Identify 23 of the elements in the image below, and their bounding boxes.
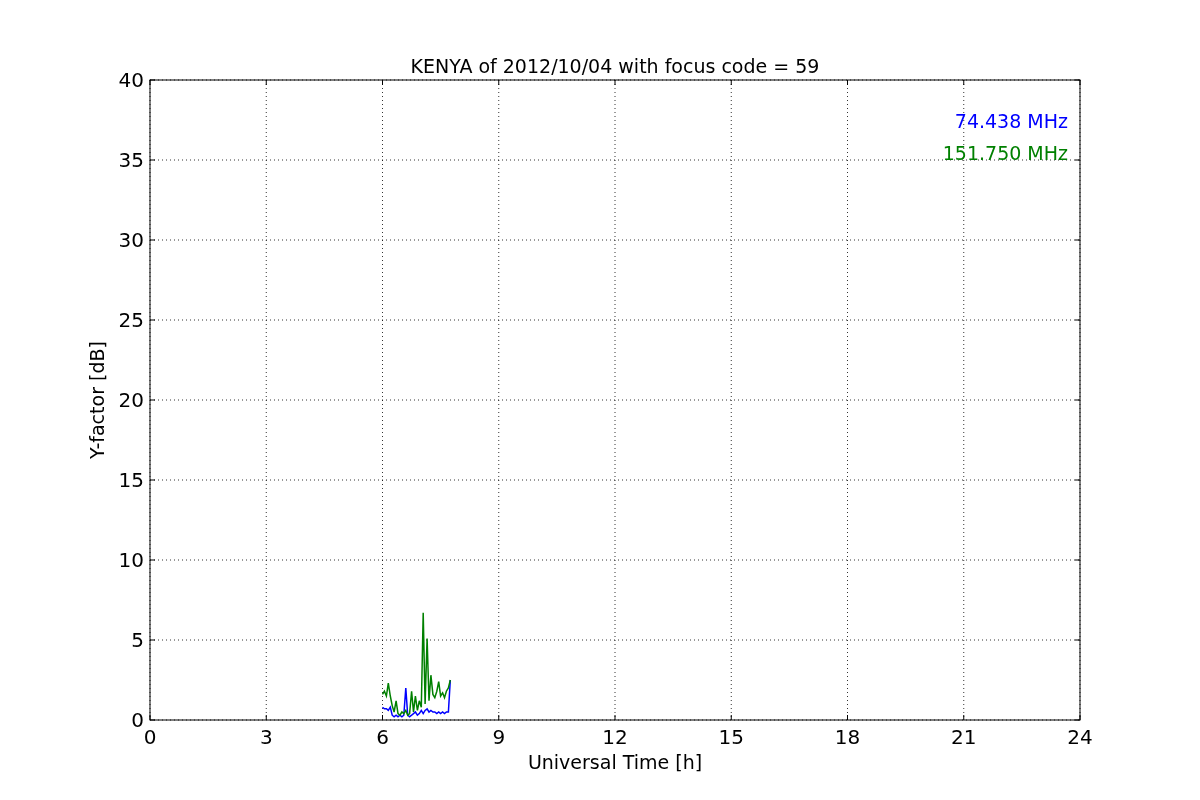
y-tick-label: 0 bbox=[131, 708, 144, 732]
legend-label: 151.750 MHz bbox=[942, 142, 1068, 164]
x-axis-label: Universal Time [h] bbox=[527, 751, 703, 773]
y-tick-label: 35 bbox=[118, 148, 144, 172]
y-axis-label: Y-factor [dB] bbox=[86, 341, 108, 459]
y-tick-label: 30 bbox=[118, 228, 144, 252]
x-tick-label: 15 bbox=[718, 725, 744, 749]
y-tick-label: 40 bbox=[118, 68, 144, 92]
x-tick-label: 3 bbox=[259, 725, 273, 749]
x-tick-label: 24 bbox=[1067, 725, 1093, 749]
x-tick-label: 0 bbox=[143, 725, 157, 749]
y-tick-label: 25 bbox=[118, 308, 144, 332]
y-tick-label: 5 bbox=[131, 628, 144, 652]
chart-title: KENYA of 2012/10/04 with focus code = 59 bbox=[410, 55, 820, 77]
y-tick-label: 15 bbox=[118, 468, 144, 492]
x-tick-label: 6 bbox=[376, 725, 389, 749]
y-tick-label: 10 bbox=[118, 548, 144, 572]
legend-label: 74.438 MHz bbox=[954, 110, 1068, 132]
x-tick-label: 12 bbox=[602, 725, 628, 749]
y-tick-label: 20 bbox=[118, 388, 144, 412]
x-tick-label: 18 bbox=[834, 725, 861, 749]
x-tick-label: 21 bbox=[951, 725, 977, 749]
x-tick-label: 9 bbox=[492, 725, 506, 749]
